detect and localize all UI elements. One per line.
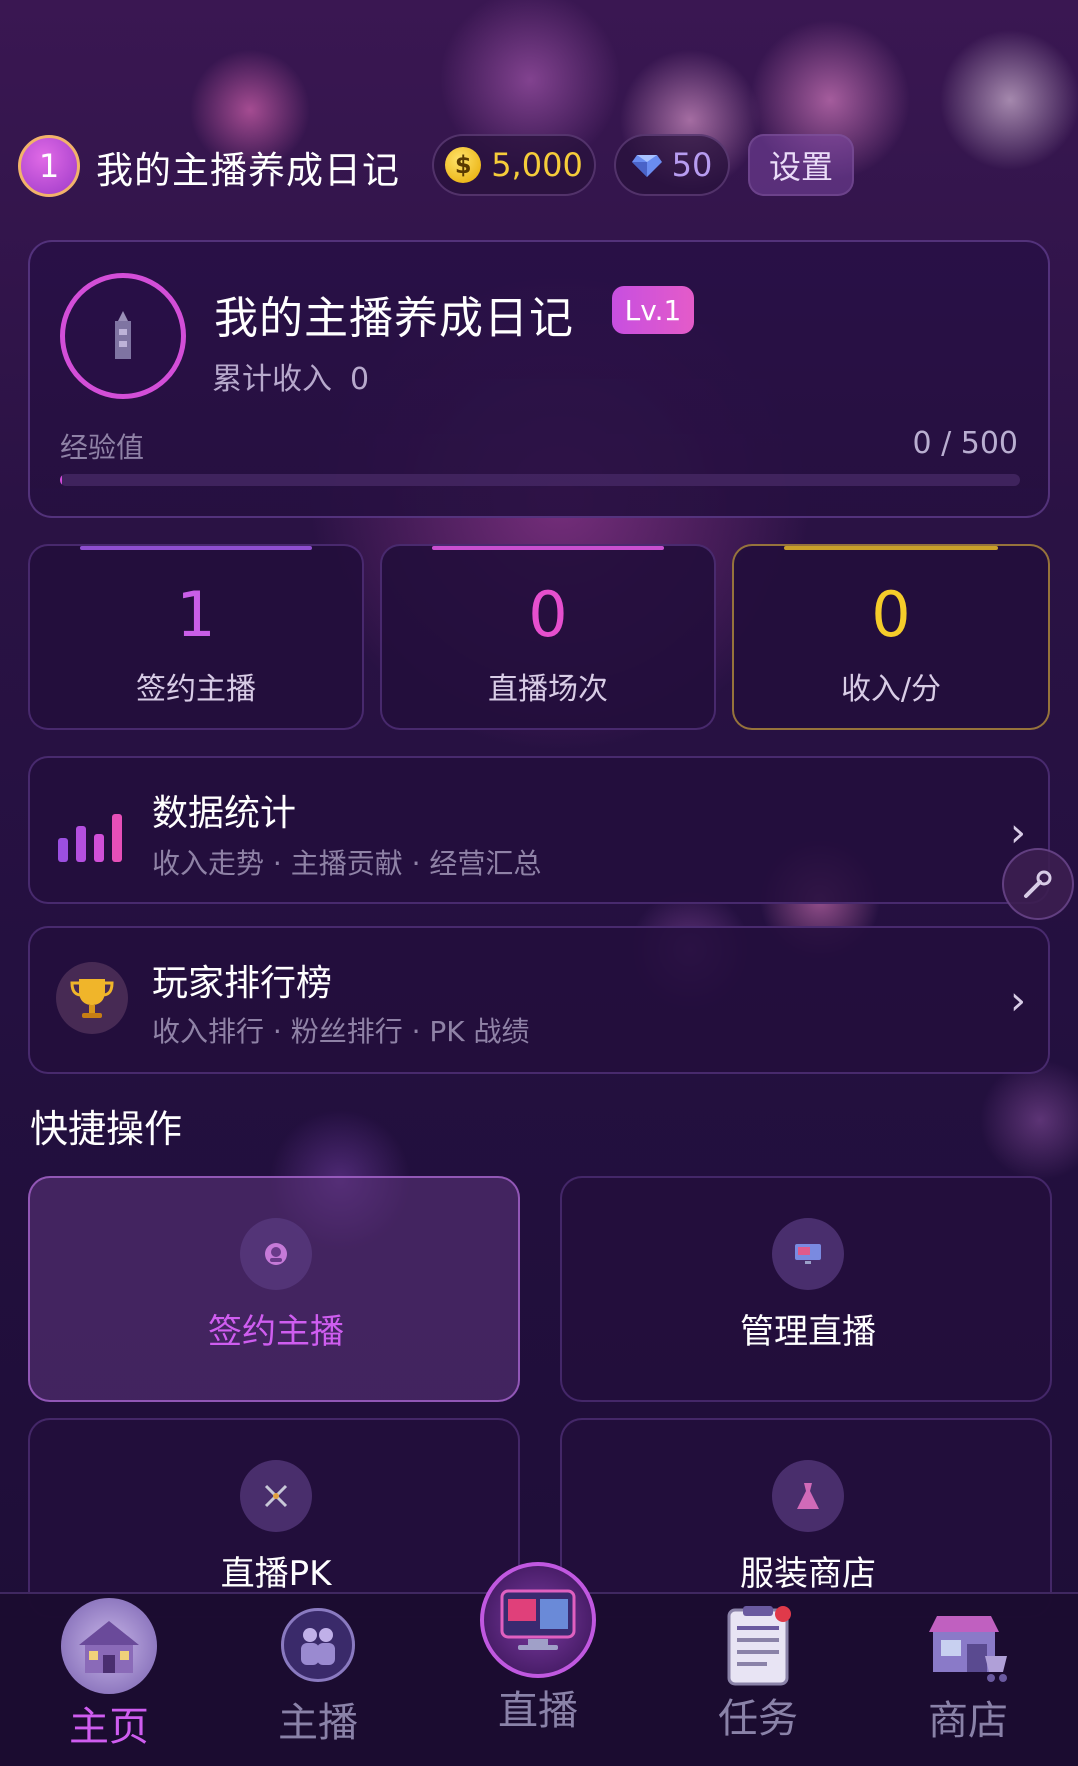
house-icon bbox=[61, 1598, 157, 1694]
shop-icon bbox=[923, 1610, 1013, 1684]
player-level-badge: 1 bbox=[18, 135, 80, 197]
menu-subtitle: 收入走势 · 主播贡献 · 经营汇总 bbox=[152, 847, 542, 880]
tile-label: 服装商店 bbox=[740, 1554, 876, 1594]
exp-progress-bar bbox=[60, 474, 1020, 486]
stat-label: 收入/分 bbox=[840, 672, 942, 707]
wrench-icon bbox=[1024, 870, 1052, 898]
nav-label: 商店 bbox=[928, 1698, 1008, 1744]
quick-action-manage-live[interactable]: 管理直播 bbox=[560, 1176, 1052, 1402]
quick-action-live-pk[interactable]: 直播PK bbox=[28, 1418, 520, 1618]
menu-subtitle: 收入排行 · 粉丝排行 · PK 战绩 bbox=[152, 1015, 530, 1048]
coin-balance[interactable]: $ 5,000 bbox=[432, 134, 596, 196]
nav-live[interactable]: 直播 bbox=[448, 1562, 628, 1736]
dress-icon bbox=[772, 1460, 844, 1532]
quick-action-sign-streamer[interactable]: 签约主播 bbox=[28, 1176, 520, 1402]
stat-card-signed-streamers[interactable]: 1 签约主播 bbox=[28, 544, 364, 730]
nav-shop[interactable]: 商店 bbox=[878, 1610, 1058, 1746]
avatar[interactable] bbox=[60, 273, 186, 399]
debug-tool-button[interactable] bbox=[1002, 848, 1074, 920]
nav-streamers[interactable]: 主播 bbox=[228, 1608, 408, 1748]
nav-label: 直播 bbox=[498, 1688, 578, 1734]
chevron-right-icon: › bbox=[1010, 978, 1026, 1024]
live-tv-icon bbox=[480, 1562, 596, 1678]
building-icon bbox=[115, 311, 131, 359]
quick-actions-title: 快捷操作 bbox=[30, 1107, 183, 1151]
income-label: 累计收入 bbox=[212, 362, 332, 397]
stat-value: 0 bbox=[871, 578, 911, 651]
monitor-icon bbox=[772, 1218, 844, 1290]
team-icon bbox=[281, 1608, 355, 1682]
stat-card-income-per-min[interactable]: 0 收入/分 bbox=[732, 544, 1050, 730]
nav-tasks[interactable]: 任务 bbox=[668, 1604, 848, 1744]
stat-label: 直播场次 bbox=[488, 672, 608, 707]
chevron-right-icon: › bbox=[1010, 810, 1026, 856]
diamond-balance[interactable]: 50 bbox=[614, 134, 730, 196]
stat-value: 1 bbox=[176, 578, 216, 651]
task-list-icon bbox=[723, 1604, 793, 1686]
stat-accent-bar bbox=[432, 546, 664, 550]
exp-label: 经验值 bbox=[60, 431, 145, 464]
level-tag: Lv.1 bbox=[612, 286, 694, 334]
total-income: 累计收入 0 bbox=[212, 354, 369, 398]
nav-label: 主页 bbox=[69, 1704, 149, 1750]
coin-amount: 5,000 bbox=[491, 146, 583, 184]
nav-label: 任务 bbox=[718, 1696, 798, 1742]
diamond-icon bbox=[631, 155, 662, 177]
tile-label: 管理直播 bbox=[740, 1312, 876, 1352]
exp-value: 0 / 500 bbox=[912, 426, 1018, 461]
stat-value: 0 bbox=[528, 578, 568, 651]
stat-accent-bar bbox=[80, 546, 312, 550]
profile-name: 我的主播养成日记 bbox=[214, 293, 574, 344]
trophy-icon bbox=[56, 962, 128, 1034]
menu-title: 玩家排行榜 bbox=[152, 963, 333, 1004]
diamond-amount: 50 bbox=[671, 146, 713, 184]
income-value: 0 bbox=[350, 362, 370, 397]
bar-chart-icon bbox=[58, 814, 122, 862]
quick-action-clothing-shop[interactable]: 服装商店 bbox=[560, 1418, 1052, 1618]
stat-card-live-sessions[interactable]: 0 直播场次 bbox=[380, 544, 716, 730]
swords-icon bbox=[240, 1460, 312, 1532]
stat-accent-bar bbox=[784, 546, 998, 550]
nav-home[interactable]: 主页 bbox=[19, 1598, 199, 1752]
coin-icon: $ bbox=[445, 147, 482, 183]
nav-label: 主播 bbox=[278, 1700, 358, 1746]
sign-icon bbox=[240, 1218, 312, 1290]
app-title: 我的主播养成日记 bbox=[96, 149, 400, 192]
settings-button[interactable]: 设置 bbox=[748, 134, 854, 196]
stat-label: 签约主播 bbox=[136, 672, 256, 707]
tile-label: 签约主播 bbox=[208, 1312, 344, 1352]
menu-title: 数据统计 bbox=[152, 793, 297, 834]
